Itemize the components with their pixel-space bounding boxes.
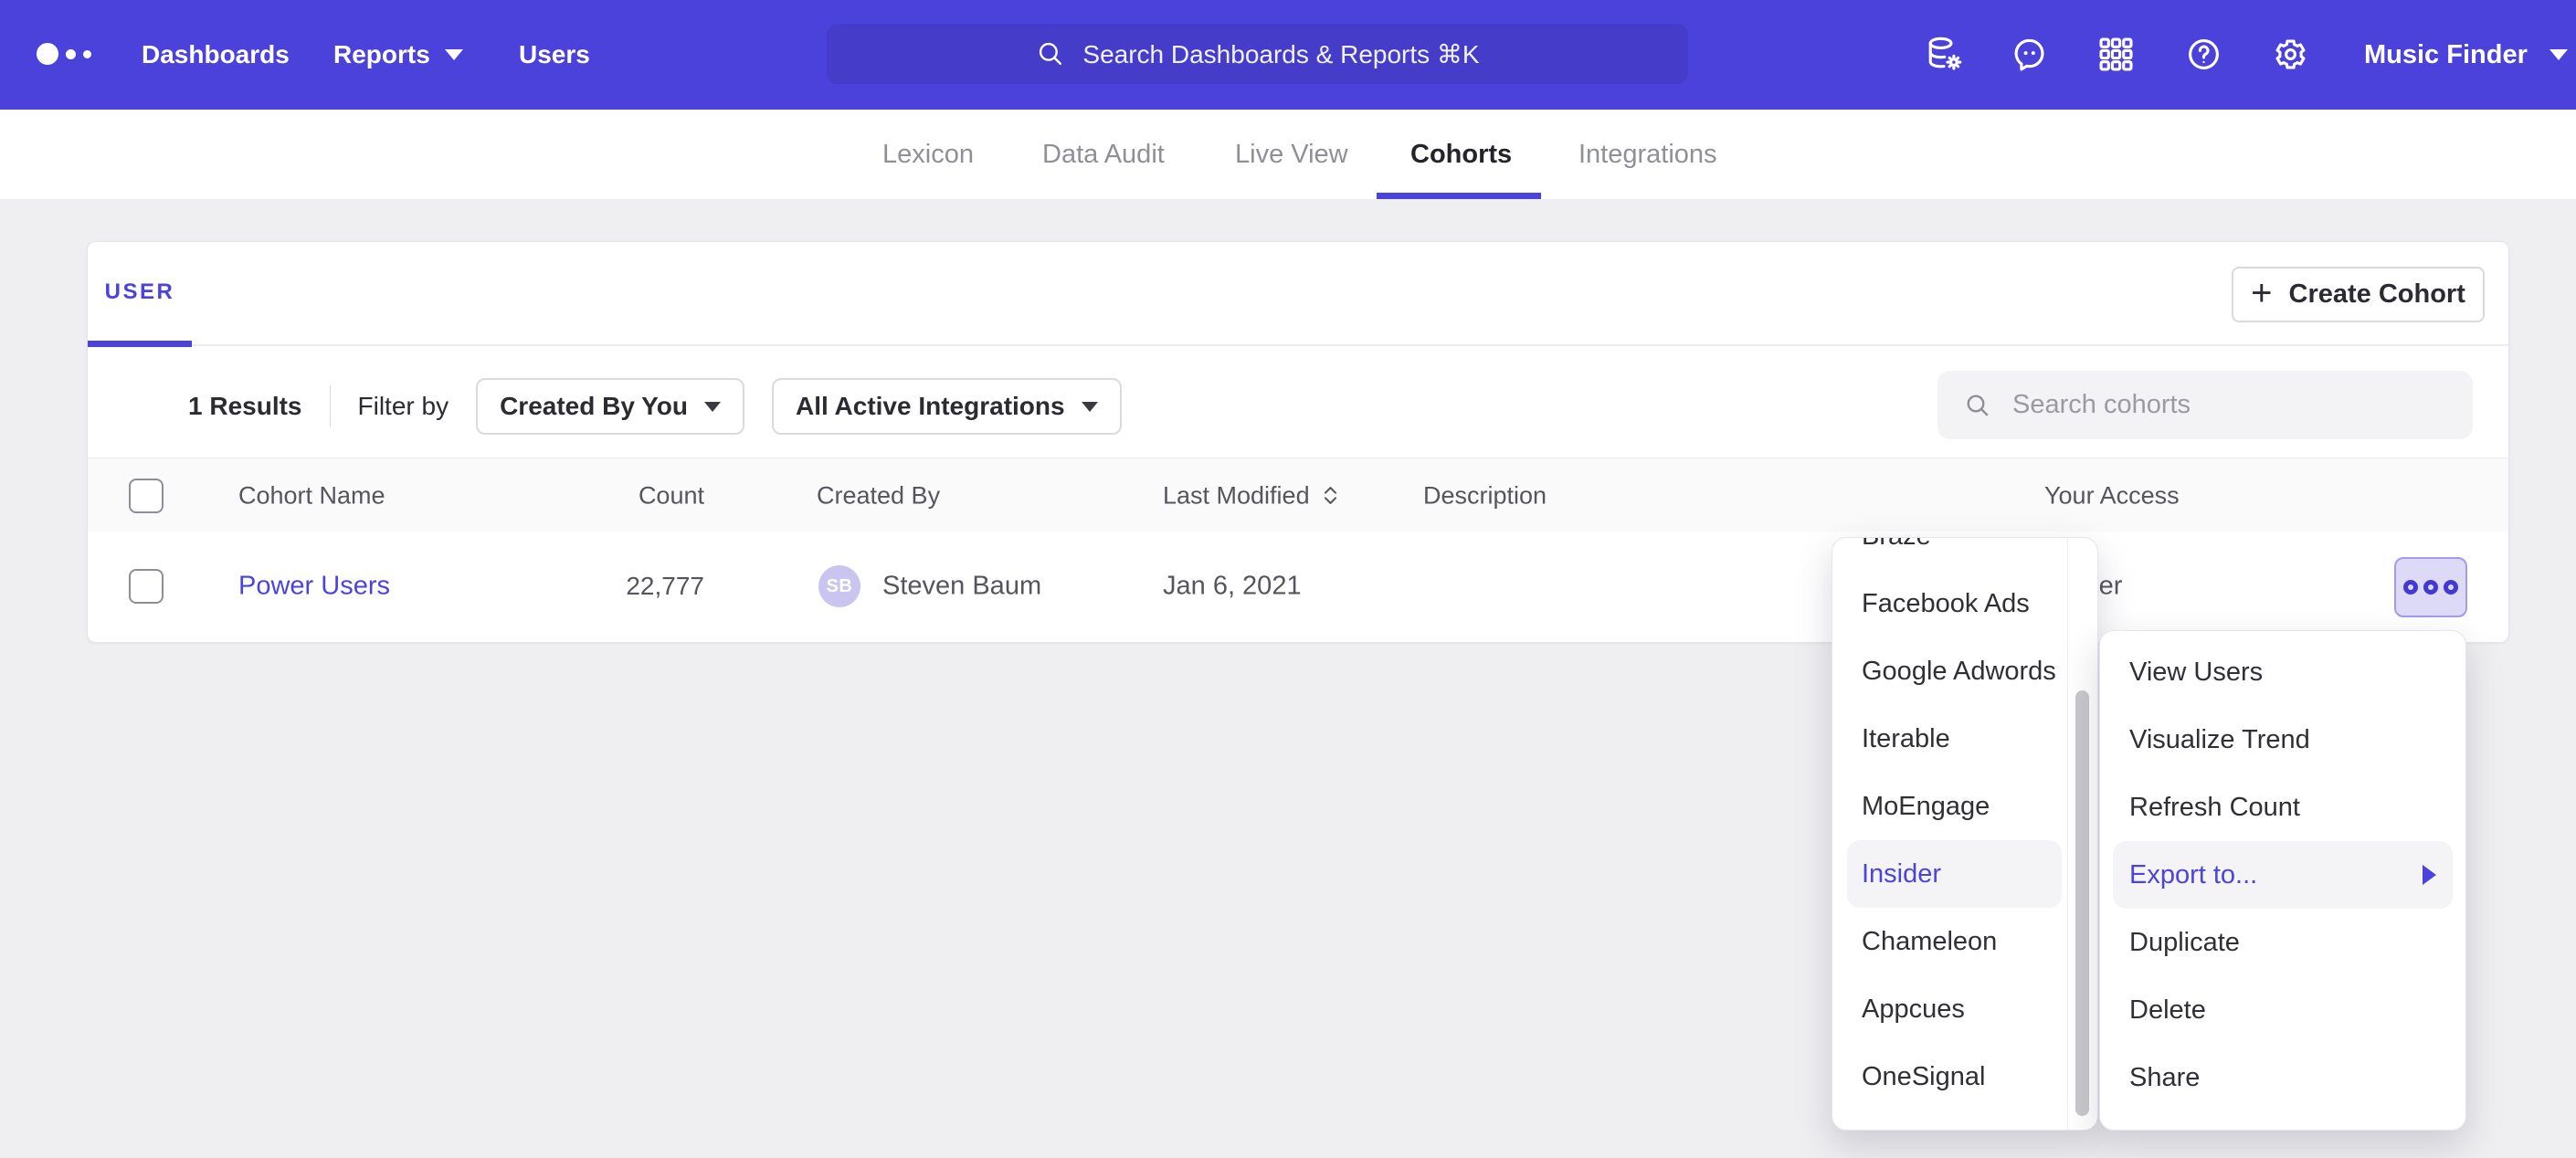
chevron-down-icon: [445, 49, 463, 60]
sort-icon: [1321, 483, 1340, 509]
column-header-your-access[interactable]: Your Access: [2044, 481, 2180, 510]
tab-user-cohorts[interactable]: USER: [88, 242, 192, 342]
active-tab-underline: [1377, 193, 1541, 199]
row-actions-button[interactable]: [2394, 557, 2467, 617]
app-logo-icon[interactable]: [37, 43, 91, 65]
avatar: SB: [818, 565, 860, 607]
results-count: 1 Results: [188, 392, 302, 421]
column-header-created-by[interactable]: Created By: [817, 481, 940, 510]
global-search-placeholder: Search Dashboards & Reports ⌘K: [1082, 39, 1479, 69]
export-to-label: Export to...: [2129, 860, 2257, 890]
column-header-cohort-name[interactable]: Cohort Name: [238, 481, 385, 510]
integrations-filter-dropdown[interactable]: All Active Integrations: [772, 378, 1122, 435]
apps-grid-icon[interactable]: [2095, 33, 2138, 76]
ellipsis-icon: [2423, 580, 2438, 595]
menu-item-refresh-count[interactable]: Refresh Count: [2100, 774, 2465, 841]
row-actions-menu: View Users Visualize Trend Refresh Count…: [2099, 630, 2466, 1131]
tab-lexicon[interactable]: Lexicon: [882, 110, 974, 199]
menu-item-visualize-trend[interactable]: Visualize Trend: [2100, 706, 2465, 774]
top-navbar: Dashboards Reports Users Search Dashboar…: [0, 0, 2576, 110]
tab-integrations[interactable]: Integrations: [1578, 110, 1717, 199]
column-header-description[interactable]: Description: [1423, 481, 1547, 510]
tab-live-view[interactable]: Live View: [1235, 110, 1348, 199]
feedback-icon[interactable]: [2008, 33, 2051, 76]
menu-item-chameleon[interactable]: Chameleon: [1832, 908, 2067, 975]
menu-item-view-users[interactable]: View Users: [2100, 638, 2465, 706]
menu-item-delete[interactable]: Delete: [2100, 976, 2465, 1044]
scrollbar-track: [2067, 538, 2068, 1130]
plus-icon: +: [2251, 275, 2272, 311]
divider: [88, 344, 2508, 346]
row-actions-list: View Users Visualize Trend Refresh Count…: [2100, 638, 2465, 1111]
table-row: Power Users 22,777 SB Steven Baum Jan 6,…: [88, 532, 2508, 641]
menu-item-onesignal[interactable]: OneSignal: [1832, 1043, 2067, 1111]
logo-dot: [83, 50, 91, 58]
created-by-filter-label: Created By You: [500, 392, 688, 421]
logo-dot: [37, 43, 58, 65]
settings-icon[interactable]: [2269, 33, 2312, 76]
cohort-search-input[interactable]: [2011, 389, 2398, 421]
cohort-count: 22,777: [544, 572, 704, 601]
help-icon[interactable]: [2182, 33, 2225, 76]
tab-cohorts[interactable]: Cohorts: [1410, 110, 1512, 199]
nav-reports-label: Reports: [333, 40, 430, 69]
column-header-count[interactable]: Count: [544, 481, 704, 510]
divider: [330, 385, 331, 427]
menu-item-share[interactable]: Share: [2100, 1044, 2465, 1111]
chevron-down-icon: [1082, 402, 1098, 412]
nav-dashboards[interactable]: Dashboards: [142, 0, 290, 110]
logo-dot: [66, 49, 76, 59]
user-tab-underline: [88, 341, 192, 347]
cohort-search: [1937, 371, 2473, 439]
column-header-last-modified[interactable]: Last Modified: [1163, 481, 1340, 510]
last-modified-label: Last Modified: [1163, 481, 1310, 510]
cohorts-card: USER + Create Cohort 1 Results Filter by…: [87, 241, 2509, 643]
search-icon: [1963, 391, 1992, 420]
menu-item-duplicate[interactable]: Duplicate: [2100, 909, 2465, 976]
menu-item-insider[interactable]: Insider: [1847, 840, 2062, 908]
workspace-name: Music Finder: [2364, 40, 2528, 70]
ellipsis-icon: [2403, 580, 2418, 595]
scrollbar-thumb[interactable]: [2075, 690, 2089, 1116]
menu-item-google-adwords[interactable]: Google Adwords: [1832, 637, 2067, 705]
export-targets-menu: Braze Facebook Ads Google Adwords Iterab…: [1832, 537, 2098, 1131]
workspace-menu[interactable]: Music Finder: [2364, 0, 2568, 110]
nav-users[interactable]: Users: [519, 0, 590, 110]
select-all-checkbox[interactable]: [129, 479, 164, 513]
tab-data-audit[interactable]: Data Audit: [1042, 110, 1165, 199]
created-by-name: Steven Baum: [882, 572, 1041, 602]
search-icon: [1035, 38, 1066, 69]
section-tabs: Lexicon Data Audit Live View Cohorts Int…: [0, 110, 2576, 199]
table-header: Cohort Name Count Created By Last Modifi…: [88, 458, 2508, 533]
export-targets-list: Braze Facebook Ads Google Adwords Iterab…: [1832, 537, 2067, 1111]
filter-bar: 1 Results Filter by Created By You All A…: [188, 370, 1122, 443]
global-search-input[interactable]: Search Dashboards & Reports ⌘K: [827, 24, 1688, 84]
chevron-right-icon: [2423, 865, 2436, 885]
create-cohort-label: Create Cohort: [2289, 279, 2465, 310]
filter-by-label: Filter by: [358, 392, 449, 421]
created-by-filter-dropdown[interactable]: Created By You: [476, 378, 744, 435]
data-settings-icon[interactable]: [1924, 33, 1967, 76]
menu-item-facebook-ads[interactable]: Facebook Ads: [1832, 570, 2067, 637]
cohorts-page: Dashboards Reports Users Search Dashboar…: [0, 0, 2576, 1158]
cohort-name-link[interactable]: Power Users: [238, 572, 390, 602]
integrations-filter-label: All Active Integrations: [796, 392, 1065, 421]
menu-item-appcues[interactable]: Appcues: [1832, 975, 2067, 1043]
menu-item-moengage[interactable]: MoEngage: [1832, 773, 2067, 840]
create-cohort-button[interactable]: + Create Cohort: [2232, 267, 2485, 322]
nav-reports[interactable]: Reports: [333, 0, 463, 110]
ellipsis-icon: [2444, 580, 2458, 595]
chevron-down-icon: [2550, 49, 2568, 60]
row-checkbox[interactable]: [129, 569, 164, 604]
menu-item-braze[interactable]: Braze: [1832, 537, 2067, 570]
chevron-down-icon: [704, 402, 721, 412]
menu-item-export-to[interactable]: Export to...: [2113, 841, 2453, 909]
menu-item-iterable[interactable]: Iterable: [1832, 705, 2067, 773]
last-modified-date: Jan 6, 2021: [1163, 572, 1302, 602]
